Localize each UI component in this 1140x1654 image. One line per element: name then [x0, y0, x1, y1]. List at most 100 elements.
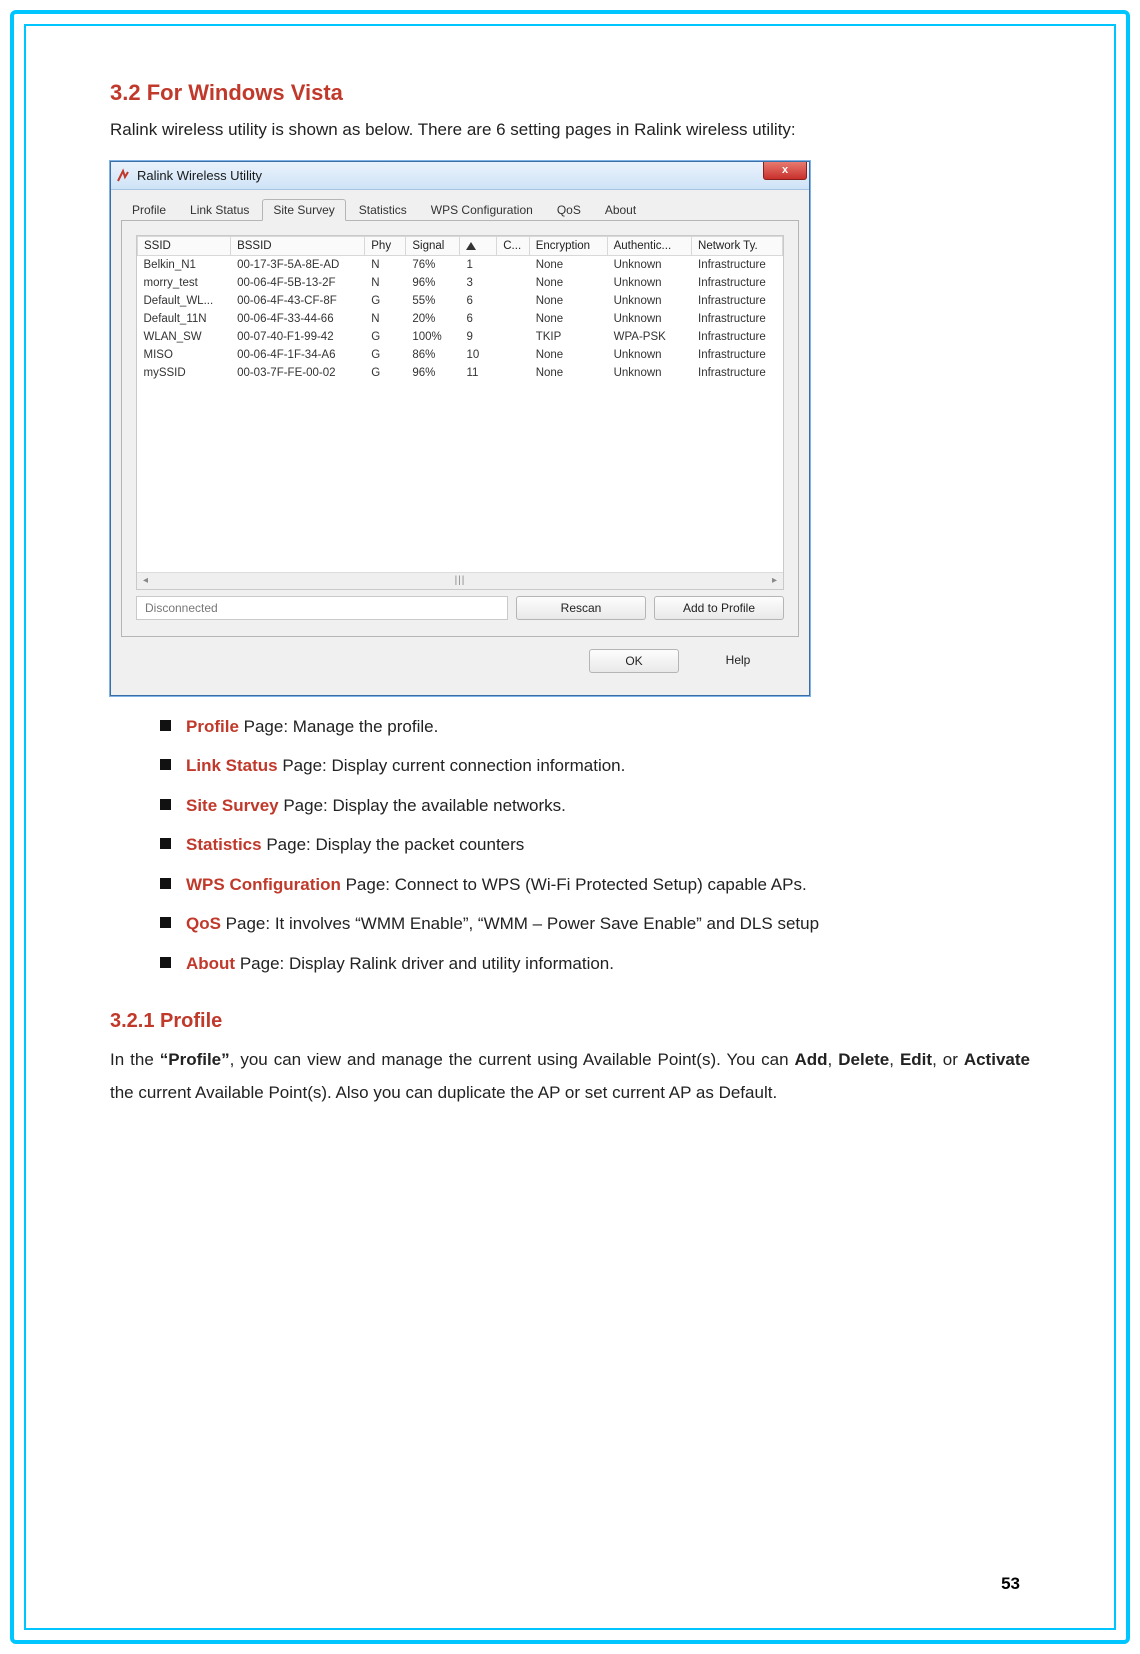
cell-c	[497, 256, 529, 274]
grid-header-row: SSID BSSID Phy Signal C... Encryption Au…	[138, 237, 783, 256]
cell-c	[497, 328, 529, 346]
cell-c	[497, 292, 529, 310]
col-encryption[interactable]: Encryption	[529, 237, 607, 256]
keyword: Statistics	[186, 835, 262, 854]
tab-site-survey[interactable]: Site Survey	[262, 199, 345, 221]
cell-c	[497, 310, 529, 328]
cell-bssid: 00-06-4F-1F-34-A6	[231, 346, 365, 364]
text-bold: Delete	[838, 1050, 889, 1069]
cell-phy: N	[365, 274, 406, 292]
cell-ssid: Default_WL...	[138, 292, 231, 310]
cell-c	[497, 364, 529, 382]
table-row[interactable]: morry_test00-06-4F-5B-13-2FN96%3NoneUnkn…	[138, 274, 783, 292]
window-body: Profile Link Status Site Survey Statisti…	[111, 190, 809, 695]
text: Page: Connect to WPS (Wi-Fi Protected Se…	[341, 875, 807, 894]
text: the current Available Point(s). Also you…	[110, 1083, 777, 1102]
subsection-heading: 3.2.1 Profile	[110, 1010, 1030, 1033]
close-button[interactable]: x	[763, 162, 807, 180]
table-row[interactable]: WLAN_SW00-07-40-F1-99-42G100%9TKIPWPA-PS…	[138, 328, 783, 346]
ok-button[interactable]: OK	[589, 649, 679, 673]
keyword: About	[186, 954, 235, 973]
cell-sort: 10	[460, 346, 497, 364]
col-phy[interactable]: Phy	[365, 237, 406, 256]
col-nettype[interactable]: Network Ty.	[692, 237, 783, 256]
list-item: Link Status Page: Display current connec…	[160, 753, 1030, 779]
col-bssid[interactable]: BSSID	[231, 237, 365, 256]
text: Page: Display current connection informa…	[278, 756, 626, 775]
window-title: Ralink Wireless Utility	[137, 168, 805, 183]
col-channel[interactable]: C...	[497, 237, 529, 256]
subsection-body: In the “Profile”, you can view and manag…	[110, 1043, 1030, 1109]
keyword: Site Survey	[186, 796, 279, 815]
cell-phy: N	[365, 256, 406, 274]
col-auth[interactable]: Authentic...	[607, 237, 691, 256]
text: ,	[828, 1050, 839, 1069]
text-bold: “Profile”	[160, 1050, 230, 1069]
rescan-button[interactable]: Rescan	[516, 596, 646, 620]
list-item: Site Survey Page: Display the available …	[160, 793, 1030, 819]
text: Page: Display the packet counters	[262, 835, 525, 854]
keyword: Profile	[186, 717, 239, 736]
cell-signal: 86%	[406, 346, 460, 364]
table-row[interactable]: mySSID00-03-7F-FE-00-02G96%11NoneUnknown…	[138, 364, 783, 382]
table-row[interactable]: Belkin_N100-17-3F-5A-8E-ADN76%1NoneUnkno…	[138, 256, 783, 274]
scroll-grip-icon[interactable]: |||	[154, 575, 766, 586]
cell-enc: None	[529, 292, 607, 310]
table-row[interactable]: Default_WL...00-06-4F-43-CF-8FG55%6NoneU…	[138, 292, 783, 310]
tab-statistics[interactable]: Statistics	[348, 199, 418, 221]
help-button[interactable]: Help	[693, 649, 783, 673]
tab-qos[interactable]: QoS	[546, 199, 592, 221]
scroll-left-icon[interactable]: ◂	[137, 575, 154, 586]
cell-ssid: MISO	[138, 346, 231, 364]
tab-strip: Profile Link Status Site Survey Statisti…	[121, 198, 799, 221]
cell-phy: G	[365, 292, 406, 310]
horizontal-scrollbar[interactable]: ◂ ||| ▸	[137, 572, 783, 589]
cell-enc: None	[529, 256, 607, 274]
text-bold: Edit	[900, 1050, 932, 1069]
screenshot-window: Ralink Wireless Utility x Profile Link S…	[110, 161, 810, 696]
cell-net: Infrastructure	[692, 310, 783, 328]
col-sort[interactable]	[460, 237, 497, 256]
list-item: WPS Configuration Page: Connect to WPS (…	[160, 872, 1030, 898]
cell-net: Infrastructure	[692, 256, 783, 274]
app-icon	[115, 168, 131, 184]
close-icon: x	[782, 165, 788, 176]
add-to-profile-button[interactable]: Add to Profile	[654, 596, 784, 620]
cell-bssid: 00-06-4F-5B-13-2F	[231, 274, 365, 292]
cell-bssid: 00-06-4F-33-44-66	[231, 310, 365, 328]
text: In the	[110, 1050, 160, 1069]
cell-enc: None	[529, 346, 607, 364]
section-heading: 3.2 For Windows Vista	[110, 80, 1030, 106]
tab-wps-config[interactable]: WPS Configuration	[420, 199, 544, 221]
cell-net: Infrastructure	[692, 328, 783, 346]
cell-sort: 3	[460, 274, 497, 292]
cell-signal: 20%	[406, 310, 460, 328]
text-bold: Add	[795, 1050, 828, 1069]
text: , you can view and manage the current us…	[230, 1050, 795, 1069]
col-signal[interactable]: Signal	[406, 237, 460, 256]
cell-sort: 6	[460, 310, 497, 328]
tab-link-status[interactable]: Link Status	[179, 199, 260, 221]
page-bullet-list: Profile Page: Manage the profile.Link St…	[160, 714, 1030, 977]
text-bold: Activate	[964, 1050, 1030, 1069]
cell-auth: Unknown	[607, 346, 691, 364]
network-grid: SSID BSSID Phy Signal C... Encryption Au…	[136, 235, 784, 590]
cell-bssid: 00-17-3F-5A-8E-AD	[231, 256, 365, 274]
tab-profile[interactable]: Profile	[121, 199, 177, 221]
cell-signal: 96%	[406, 364, 460, 382]
col-ssid[interactable]: SSID	[138, 237, 231, 256]
cell-phy: N	[365, 310, 406, 328]
table-row[interactable]: MISO00-06-4F-1F-34-A6G86%10NoneUnknownIn…	[138, 346, 783, 364]
cell-c	[497, 346, 529, 364]
cell-enc: None	[529, 364, 607, 382]
cell-signal: 96%	[406, 274, 460, 292]
cell-sort: 1	[460, 256, 497, 274]
cell-sort: 6	[460, 292, 497, 310]
scroll-right-icon[interactable]: ▸	[766, 575, 783, 586]
cell-signal: 76%	[406, 256, 460, 274]
cell-auth: Unknown	[607, 364, 691, 382]
cell-enc: TKIP	[529, 328, 607, 346]
cell-bssid: 00-06-4F-43-CF-8F	[231, 292, 365, 310]
table-row[interactable]: Default_11N00-06-4F-33-44-66N20%6NoneUnk…	[138, 310, 783, 328]
tab-about[interactable]: About	[594, 199, 647, 221]
